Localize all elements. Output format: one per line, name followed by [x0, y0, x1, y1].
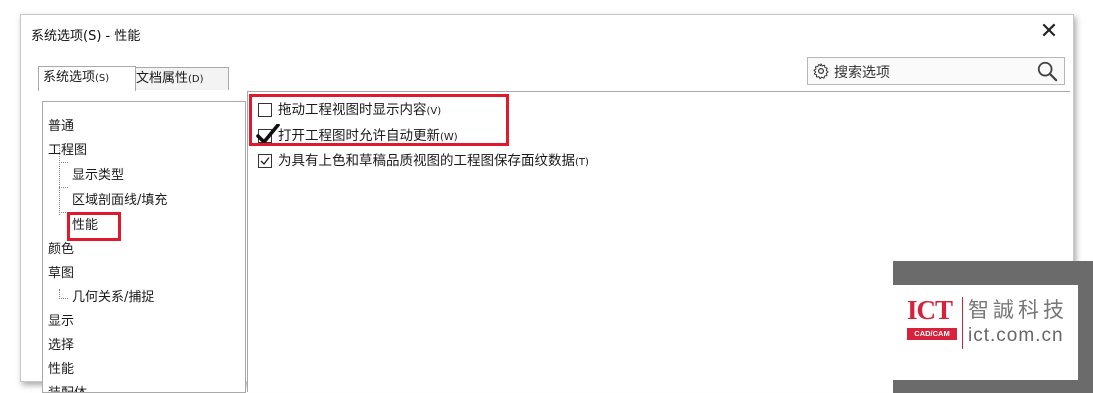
checkbox-checked[interactable] — [258, 154, 272, 168]
tab-system-options-accel: (S) — [95, 73, 110, 84]
tree-connector — [59, 298, 68, 299]
tree-item-colors[interactable]: 颜色 — [48, 241, 74, 259]
logo-text: ICT — [907, 295, 953, 325]
tree-item-display[interactable]: 显示 — [48, 313, 74, 331]
tab-document-properties[interactable]: 文档属性(D) — [131, 67, 229, 90]
tree-item-area-hatch-fill[interactable]: 区域剖面线/填充 — [72, 192, 167, 210]
gear-icon[interactable] — [812, 62, 830, 80]
tab-document-properties-accel: (D) — [188, 74, 204, 85]
tree-item-relations-snaps[interactable]: 几何关系/捕捉 — [72, 289, 154, 307]
search-placeholder: 搜索选项 — [834, 65, 890, 81]
tree-connector — [59, 162, 68, 163]
option-label: 为具有上色和草稿品质视图的工程图保存面纹数据(T) — [278, 151, 589, 173]
tree-item-general[interactable]: 普通 — [48, 118, 74, 136]
tab-document-properties-label: 文档属性 — [136, 71, 189, 86]
window-title: 系统选项(S) - 性能 — [31, 29, 141, 44]
option-3-text: 为具有上色和草稿品质视图的工程图保存面纹数据 — [278, 153, 575, 169]
tree-item-performance[interactable]: 性能 — [48, 361, 74, 379]
tab-system-options[interactable]: 系统选项(S) — [38, 66, 136, 91]
tree-item-sketch[interactable]: 草图 — [48, 265, 74, 283]
highlight-box-tree-performance — [67, 212, 121, 241]
tree-connector — [59, 187, 68, 188]
tree-item-drawings[interactable]: 工程图 — [48, 142, 87, 160]
options-tree[interactable]: 普通 工程图 显示类型 区域剖面线/填充 性能 颜色 草图 几何关系/捕捉 显示… — [42, 101, 246, 393]
search-icon[interactable] — [1036, 60, 1058, 82]
company-name: 智誠科技 — [968, 298, 1068, 322]
title-bar: 系统选项(S) - 性能 ✕ — [21, 15, 1073, 51]
screenshot-canvas: 系统选项(S) - 性能 ✕ 系统选项(S) 文档属性(D) 搜索选项 普通 工… — [0, 0, 1093, 393]
ict-logo: ICT CAD/CAM — [907, 295, 957, 347]
tree-item-assemblies[interactable]: 装配体 — [48, 385, 87, 392]
logo-divider — [962, 297, 963, 349]
search-options-box[interactable]: 搜索选项 — [807, 57, 1065, 85]
company-domain: ict.com.cn — [968, 325, 1064, 346]
logo-subtitle: CAD/CAM — [907, 328, 957, 340]
tree-item-display-type[interactable]: 显示类型 — [72, 167, 124, 185]
check-icon — [260, 157, 270, 166]
tab-system-options-label: 系统选项 — [43, 70, 96, 85]
option-3-accel: (T) — [575, 157, 589, 168]
tree-item-selection[interactable]: 选择 — [48, 337, 74, 355]
highlight-box-options — [249, 94, 509, 146]
close-button[interactable]: ✕ — [1035, 19, 1063, 45]
